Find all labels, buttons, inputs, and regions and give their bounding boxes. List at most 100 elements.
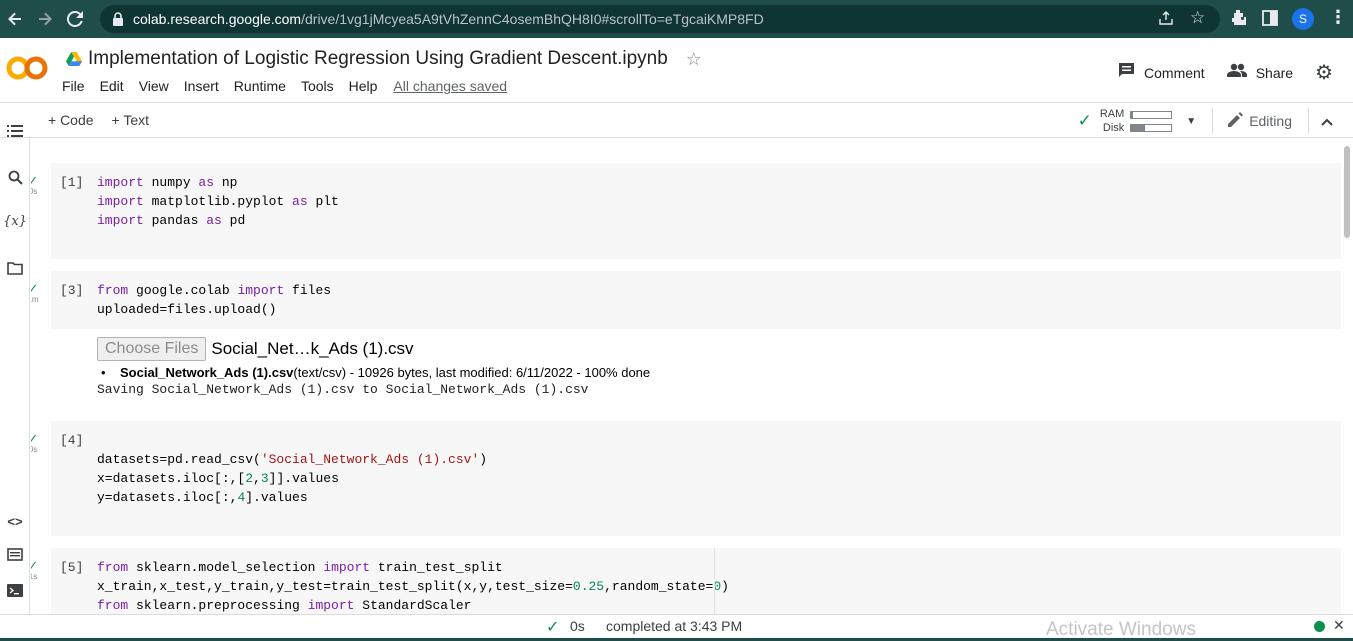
- code-text: ].values: [245, 490, 308, 505]
- collapse-header-icon[interactable]: [1321, 113, 1333, 129]
- execution-count: [3]: [60, 283, 84, 298]
- code-line[interactable]: from sklearn.preprocessing import Standa…: [97, 596, 729, 614]
- code-line[interactable]: x=datasets.iloc[:,[2,3]].values: [97, 469, 487, 488]
- code-cell[interactable]: ✓ 0s [4] datasets=pd.read_csv('Social_Ne…: [31, 421, 1341, 536]
- code-text: sklearn.model_selection: [128, 560, 324, 575]
- code-cell[interactable]: ✓ 1m [3] from google.colab import filesu…: [31, 271, 1341, 329]
- save-status-link[interactable]: All changes saved: [393, 78, 507, 94]
- forward-arrow-icon[interactable]: [30, 4, 60, 34]
- reload-icon[interactable]: [60, 4, 90, 34]
- terminal-icon[interactable]: [3, 584, 27, 601]
- code-editor[interactable]: from sklearn.model_selection import trai…: [97, 558, 729, 614]
- menu-help[interactable]: Help: [349, 78, 378, 94]
- disk-label: Disk: [1102, 122, 1125, 134]
- comment-button[interactable]: Comment: [1118, 62, 1205, 83]
- code-line[interactable]: y=datasets.iloc[:,4].values: [97, 488, 487, 507]
- colab-logo[interactable]: [6, 55, 48, 81]
- vertical-scrollbar[interactable]: [1341, 138, 1353, 614]
- code-text: x_train,x_test,y_train,y_test=train_test…: [97, 579, 573, 594]
- toolbar-divider: [1212, 108, 1214, 134]
- add-text-button[interactable]: + Text: [112, 112, 150, 128]
- code-editor[interactable]: datasets=pd.read_csv('Social_Network_Ads…: [97, 431, 487, 507]
- code-keyword: as: [292, 194, 308, 209]
- code-line[interactable]: import numpy as np: [97, 173, 339, 192]
- menu-tools[interactable]: Tools: [301, 78, 334, 94]
- code-line[interactable]: import pandas as pd: [97, 211, 339, 230]
- check-icon: ✓: [31, 281, 39, 296]
- resources-indicator[interactable]: RAM Disk: [1100, 107, 1173, 135]
- execution-count: [1]: [60, 175, 84, 190]
- check-icon: ✓: [31, 173, 39, 188]
- runtime-dropdown-icon[interactable]: ▼: [1186, 116, 1196, 127]
- code-text: train_test_split: [370, 560, 503, 575]
- code-line[interactable]: x_train,x_test,y_train,y_test=train_test…: [97, 577, 729, 596]
- settings-button[interactable]: ⚙: [1315, 60, 1333, 85]
- code-text: matplotlib.pyplot: [143, 194, 293, 209]
- star-icon[interactable]: ☆: [686, 49, 702, 70]
- google-drive-icon[interactable]: [66, 52, 82, 66]
- code-keyword: import: [97, 175, 144, 190]
- browser-toolbar: colab.research.google.com/drive/1vg1jMcy…: [0, 0, 1353, 38]
- notebook-title[interactable]: Implementation of Logistic Regression Us…: [88, 48, 668, 70]
- search-icon[interactable]: [3, 170, 27, 189]
- table-of-contents-icon[interactable]: [3, 124, 27, 142]
- cell-output: Choose Files Social_Net…k_Ads (1).csv • …: [97, 337, 1341, 397]
- code-cell[interactable]: ✓ 0s [1] import numpy as npimport matplo…: [31, 163, 1341, 259]
- back-arrow-icon[interactable]: [0, 4, 30, 34]
- close-status-icon[interactable]: ✕: [1333, 617, 1345, 634]
- code-cell[interactable]: ✓ 1s [5] from sklearn.model_selection im…: [31, 548, 1341, 614]
- add-code-button[interactable]: + Code: [48, 112, 94, 128]
- share-page-icon[interactable]: [1158, 10, 1174, 31]
- profile-avatar[interactable]: S: [1292, 8, 1314, 30]
- code-keyword: import: [307, 598, 355, 613]
- extensions-icon[interactable]: [1230, 9, 1247, 31]
- kebab-menu-icon[interactable]: ⋮: [1329, 7, 1347, 28]
- scrollbar-thumb[interactable]: [1344, 146, 1350, 238]
- code-keyword: import: [97, 213, 144, 228]
- choose-files-button[interactable]: Choose Files: [97, 337, 207, 361]
- notebook-toolbar: + Code + Text ✓ RAM Disk ▼ Editing: [0, 102, 1353, 138]
- command-palette-icon[interactable]: [3, 548, 27, 565]
- bookmark-star-icon[interactable]: ☆: [1190, 8, 1205, 28]
- menu-insert[interactable]: Insert: [184, 78, 219, 94]
- execution-count: [4]: [60, 433, 84, 448]
- code-line[interactable]: import matplotlib.pyplot as plt: [97, 192, 339, 211]
- lock-icon: [112, 12, 124, 26]
- code-number: 3: [260, 471, 269, 486]
- menu-runtime[interactable]: Runtime: [234, 78, 286, 94]
- editing-mode-button[interactable]: Editing: [1227, 111, 1292, 131]
- status-completed[interactable]: completed at 3:43 PM: [606, 618, 742, 634]
- code-keyword: from: [97, 560, 129, 575]
- cell-status[interactable]: ✓ 1s: [31, 559, 43, 582]
- status-check-icon: ✓: [546, 619, 560, 636]
- side-panel-icon[interactable]: [1262, 10, 1278, 31]
- variables-icon[interactable]: {x}: [3, 214, 27, 229]
- code-line[interactable]: uploaded=files.upload(): [97, 300, 331, 319]
- folder-icon[interactable]: [3, 262, 27, 279]
- menu-file[interactable]: File: [62, 78, 85, 94]
- code-snippets-icon[interactable]: <>: [3, 514, 27, 529]
- code-line[interactable]: from sklearn.model_selection import trai…: [97, 558, 729, 577]
- cell-status[interactable]: ✓ 1m: [31, 281, 43, 305]
- cell-status[interactable]: ✓ 0s: [31, 431, 43, 455]
- menu-edit[interactable]: Edit: [100, 78, 124, 94]
- comment-label: Comment: [1144, 64, 1205, 81]
- code-line[interactable]: datasets=pd.read_csv('Social_Network_Ads…: [97, 450, 487, 469]
- code-line[interactable]: from google.colab import files: [97, 281, 331, 300]
- uploaded-file-entry: • Social_Network_Ads (1).csv(text/csv) -…: [101, 365, 651, 380]
- code-string: 'Social_Network_Ads (1).csv': [260, 452, 480, 467]
- address-bar[interactable]: colab.research.google.com/drive/1vg1jMcy…: [100, 5, 1220, 33]
- status-bar: ✓ 0s completed at 3:43 PM Activate Windo…: [0, 614, 1353, 640]
- code-editor[interactable]: from google.colab import files uploaded=f…: [97, 281, 331, 319]
- uploaded-file-meta: (text/csv) - 10926 bytes, last modified:…: [293, 365, 651, 380]
- cell-status[interactable]: ✓ 0s: [31, 173, 43, 197]
- code-text: pandas: [143, 213, 207, 228]
- share-button[interactable]: Share: [1226, 63, 1293, 82]
- check-icon: ✓: [31, 431, 39, 446]
- status-elapsed[interactable]: 0s: [570, 618, 585, 634]
- code-line[interactable]: [97, 431, 487, 450]
- menu-view[interactable]: View: [139, 78, 169, 94]
- toolbar-divider: [1308, 108, 1309, 134]
- code-editor[interactable]: import numpy as np import matplotlib.pypl…: [97, 173, 339, 230]
- people-icon: [1226, 63, 1247, 82]
